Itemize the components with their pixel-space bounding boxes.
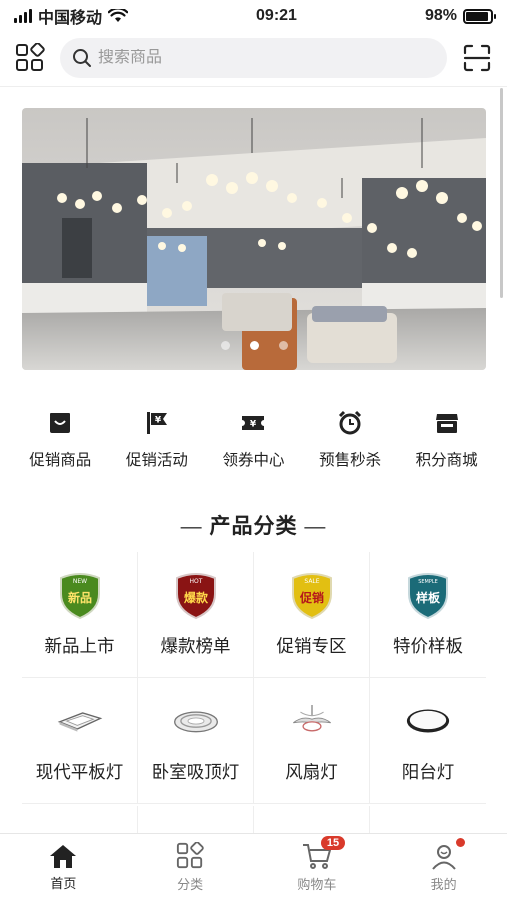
category-sample[interactable]: SEMPLE 样板 特价样板 <box>370 552 486 678</box>
fan-lamp-icon <box>288 697 336 745</box>
search-header <box>0 34 507 82</box>
carousel-dot[interactable] <box>220 341 230 350</box>
quick-label: 促销活动 <box>125 452 188 469</box>
section-title-text: 产品分类 <box>209 515 298 538</box>
tab-label: 分类 <box>177 876 204 892</box>
quick-presale-flash[interactable]: 预售秒杀 <box>304 410 396 470</box>
sale-badge-icon: SALE 促销 <box>288 571 336 620</box>
category-new[interactable]: NEW 新品 新品上市 <box>22 552 138 678</box>
quick-menu: 促销商品 ¥ 促销活动 ¥ 领券中心 预售秒杀 积分商城 <box>0 410 507 470</box>
carousel-dot[interactable] <box>278 341 288 350</box>
tab-label: 购物车 <box>297 876 337 892</box>
category-balcony-lamp[interactable]: 阳台灯 <box>370 678 486 804</box>
category-label: 卧室吸顶灯 <box>151 762 240 782</box>
header-divider <box>0 86 507 87</box>
svg-text:SALE: SALE <box>304 578 319 585</box>
svg-text:SEMPLE: SEMPLE <box>418 579 438 585</box>
category-label: 爆款榜单 <box>160 636 231 656</box>
notification-dot <box>455 838 465 847</box>
price-flag-icon: ¥ <box>146 412 167 434</box>
carrier-label: 中国移动 <box>38 10 103 27</box>
alarm-clock-icon <box>339 410 362 435</box>
round-lamp-icon <box>404 697 452 745</box>
ceiling-lamp-icon <box>172 697 220 745</box>
svg-text:样板: 样板 <box>416 590 441 605</box>
carousel-indicators <box>22 341 486 350</box>
signal-icon <box>14 9 32 23</box>
category-grid-icon[interactable] <box>14 42 46 74</box>
tab-category[interactable]: 分类 <box>127 834 254 900</box>
cart-count-badge: 15 <box>320 836 346 850</box>
bottom-tab-bar: 首页 分类 15 购物车 我的 <box>0 833 507 900</box>
category-label: 特价样板 <box>393 636 463 656</box>
category-ceiling-lamp[interactable]: 卧室吸顶灯 <box>138 678 254 804</box>
category-grid: NEW 新品 新品上市 HOT 爆款 爆款榜单 SALE 促销 促销专区 SEM… <box>22 552 486 804</box>
search-input[interactable] <box>98 49 435 67</box>
category-label: 新品上市 <box>44 636 115 656</box>
quick-promo-goods[interactable]: 促销商品 <box>14 410 106 470</box>
wifi-icon <box>108 9 129 22</box>
battery-percent: 98% <box>424 7 457 24</box>
svg-text:促销: 促销 <box>298 590 323 605</box>
new-badge-icon: NEW 新品 <box>56 571 104 620</box>
svg-text:¥: ¥ <box>250 420 257 430</box>
tab-home[interactable]: 首页 <box>0 834 127 900</box>
search-icon <box>73 49 91 67</box>
svg-text:HOT: HOT <box>189 578 202 585</box>
search-bar[interactable] <box>60 38 447 78</box>
coupon-ticket-icon: ¥ <box>242 416 265 430</box>
category-icon <box>177 841 204 868</box>
shopping-bag-icon <box>50 413 71 433</box>
sample-badge-icon: SEMPLE 样板 <box>404 571 452 620</box>
svg-text:爆款: 爆款 <box>183 590 208 605</box>
category-label: 现代平板灯 <box>35 762 124 782</box>
clock: 09:21 <box>256 7 297 24</box>
category-panel-lamp[interactable]: 现代平板灯 <box>22 678 138 804</box>
quick-label: 促销商品 <box>29 452 92 469</box>
status-bar: 中国移动 09:21 98% <box>0 0 507 32</box>
category-label: 促销专区 <box>276 636 347 656</box>
svg-text:NEW: NEW <box>72 578 86 585</box>
scan-icon[interactable] <box>461 42 493 74</box>
scrollbar[interactable] <box>500 88 503 298</box>
banner-carousel[interactable] <box>22 108 486 370</box>
category-fan-lamp[interactable]: 风扇灯 <box>254 678 370 804</box>
tab-cart[interactable]: 15 购物车 <box>254 834 381 900</box>
hot-badge-icon: HOT 爆款 <box>172 571 220 620</box>
tab-label: 我的 <box>430 876 457 892</box>
category-label: 风扇灯 <box>285 762 338 782</box>
home-icon <box>50 844 77 868</box>
quick-label: 领券中心 <box>222 452 285 469</box>
profile-icon <box>431 844 456 870</box>
quick-label: 预售秒杀 <box>319 452 382 469</box>
quick-label: 积分商城 <box>415 452 478 469</box>
showroom-banner-image <box>22 108 486 370</box>
tab-label: 首页 <box>50 875 77 891</box>
store-icon <box>435 414 458 433</box>
category-label: 阳台灯 <box>401 762 455 782</box>
quick-coupon-center[interactable]: ¥ 领券中心 <box>207 410 299 470</box>
svg-text:¥: ¥ <box>155 416 162 426</box>
panel-lamp-icon <box>56 697 104 745</box>
svg-text:新品: 新品 <box>67 590 91 605</box>
tab-profile[interactable]: 我的 <box>380 834 507 900</box>
quick-promo-events[interactable]: ¥ 促销活动 <box>111 410 203 470</box>
section-title: — 产品分类 — <box>180 515 327 538</box>
battery-icon <box>463 8 496 24</box>
category-grid-next-row <box>22 806 486 836</box>
category-sale[interactable]: SALE 促销 促销专区 <box>254 552 370 678</box>
category-hot[interactable]: HOT 爆款 爆款榜单 <box>138 552 254 678</box>
quick-points-mall[interactable]: 积分商城 <box>401 410 493 470</box>
carousel-dot[interactable] <box>249 341 259 350</box>
